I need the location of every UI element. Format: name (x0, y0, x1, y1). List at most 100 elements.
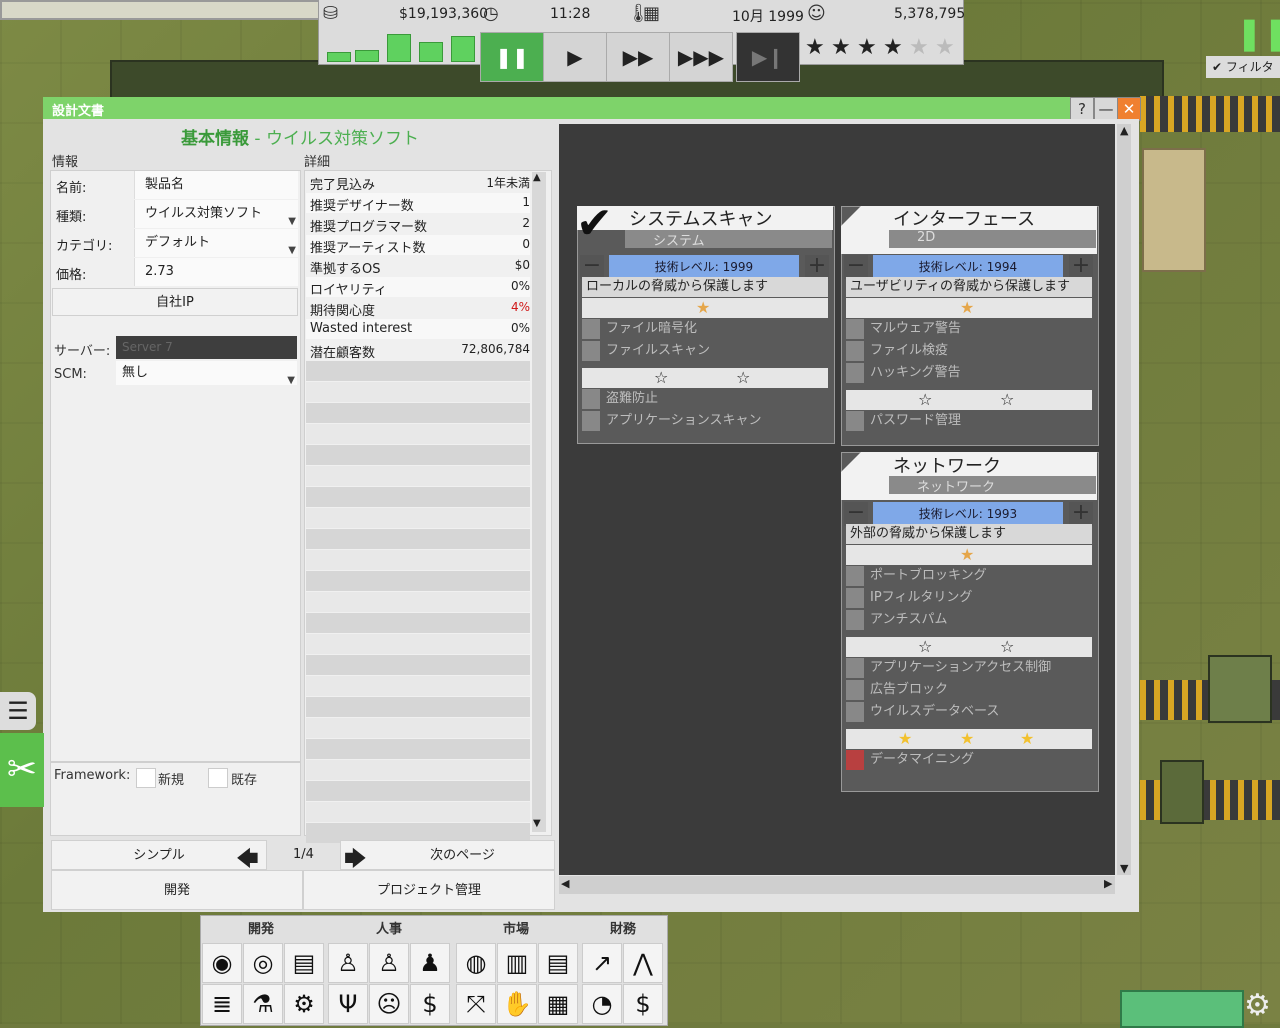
plus-button[interactable]: + (1069, 502, 1093, 526)
scm-select[interactable]: 無し ▼ (116, 361, 297, 386)
close-button[interactable]: ✕ (1117, 97, 1141, 121)
build-tools-icon[interactable]: ✂ (0, 733, 44, 807)
minus-button[interactable]: − (844, 502, 868, 526)
star-icon: ☆ (918, 637, 933, 656)
distribution-icon[interactable]: ⤧ (456, 984, 496, 1024)
tech-level: 技術レベル: 1994 (873, 255, 1063, 279)
option-checkbox[interactable] (582, 389, 600, 409)
pause-indicator-icon[interactable]: ❚❚ (1236, 14, 1280, 52)
option-checkbox[interactable] (846, 566, 864, 586)
news-icon[interactable]: ▤ (538, 943, 578, 983)
name-input[interactable]: 製品名 (134, 171, 298, 199)
feature-option[interactable]: 広告ブロック (846, 679, 1092, 701)
scroll-down-icon[interactable]: ▼ (1120, 862, 1128, 875)
skip-button[interactable]: ▶❙ (736, 32, 800, 82)
canvas-hscrollbar[interactable] (559, 876, 1115, 894)
company-icon[interactable]: ▥ (497, 943, 537, 983)
gear-icon[interactable]: ⚙ (1244, 988, 1271, 1023)
feature-option[interactable]: 盗難防止 (582, 388, 828, 410)
project-management-button[interactable]: プロジェクト管理 (303, 870, 555, 910)
chart-icon[interactable]: ⋀ (623, 943, 663, 983)
scroll-right-icon[interactable]: ▶ (1104, 877, 1112, 890)
calendar-icon[interactable]: ▦ (538, 984, 578, 1024)
pause-button[interactable]: ❚❚ (480, 32, 544, 82)
option-checkbox[interactable] (846, 702, 864, 722)
feature-option[interactable]: ファイル検疫 (846, 340, 1092, 362)
plus-button[interactable]: + (805, 255, 829, 279)
scroll-up-icon[interactable]: ▲ (533, 172, 541, 183)
framework-existing-checkbox[interactable] (208, 768, 228, 788)
feature-option[interactable]: ファイルスキャン (582, 340, 828, 362)
fast-forward-button[interactable]: ▶▶ (606, 32, 670, 82)
stocks-icon[interactable]: ↗ (582, 943, 622, 983)
contracts-icon[interactable]: ≣ (202, 984, 242, 1024)
deal-icon[interactable]: ✋ (497, 984, 537, 1024)
food-icon[interactable]: Ψ (328, 984, 368, 1024)
option-checkbox[interactable] (582, 319, 600, 339)
feature-option[interactable]: ファイル暗号化 (582, 318, 828, 340)
plus-button[interactable]: + (1069, 255, 1093, 279)
salary-icon[interactable]: $ (410, 984, 450, 1024)
pie-chart-icon[interactable]: ◔ (582, 984, 622, 1024)
price-input[interactable]: 2.73 (134, 258, 298, 286)
play-button[interactable]: ▶ (543, 32, 607, 82)
filter-button[interactable]: ✔ フィルタ (1206, 56, 1280, 78)
minus-button[interactable]: − (844, 255, 868, 279)
marketing-icon[interactable]: ◍ (456, 943, 496, 983)
framework-new-checkbox[interactable] (136, 768, 156, 788)
employee-icon[interactable]: ♙ (328, 943, 368, 983)
inhouse-ip-button[interactable]: 自社IP (52, 288, 298, 316)
feature-option[interactable]: アプリケーションアクセス制御 (846, 657, 1092, 679)
option-checkbox[interactable] (846, 680, 864, 700)
research-icon[interactable]: ⚗ (243, 984, 283, 1024)
feature-option[interactable]: IPフィルタリング (846, 587, 1092, 609)
option-checkbox[interactable] (846, 363, 864, 383)
detail-key: Wasted interest (310, 321, 413, 336)
minus-button[interactable]: − (580, 255, 604, 279)
option-checkbox[interactable] (846, 750, 864, 770)
new-product-icon[interactable]: ◉ (202, 943, 242, 983)
option-checkbox[interactable] (582, 341, 600, 361)
option-checkbox[interactable] (846, 319, 864, 339)
hire-icon[interactable]: ♙ (369, 943, 409, 983)
feature-option[interactable]: アプリケーションスキャン (582, 410, 828, 432)
faster-button[interactable]: ▶▶▶ (669, 32, 733, 82)
mood-icon[interactable]: ☹ (369, 984, 409, 1024)
option-checkbox[interactable] (846, 341, 864, 361)
checkmark-icon[interactable]: ✔ (576, 198, 613, 249)
feature-option[interactable]: パスワード管理 (846, 410, 1092, 432)
settings-icon[interactable]: ⚙ (284, 984, 324, 1024)
feature-option[interactable]: アンチスパム (846, 609, 1092, 631)
next-page-button[interactable]: 次のページ (340, 840, 555, 870)
team-icon[interactable]: ♟ (410, 943, 450, 983)
scroll-up-icon[interactable]: ▲ (1120, 124, 1128, 137)
server-field[interactable]: Server 7 (116, 336, 297, 359)
option-checkbox[interactable] (846, 411, 864, 431)
develop-button[interactable]: 開発 (51, 870, 303, 910)
window-titlebar[interactable]: 設計文書 (43, 97, 1139, 119)
category-select[interactable]: デフォルト ▼ (134, 229, 298, 257)
option-checkbox[interactable] (846, 610, 864, 630)
feature-option[interactable]: ポートブロッキング (846, 565, 1092, 587)
type-select[interactable]: ウイルス対策ソフト ▼ (134, 200, 298, 228)
option-checkbox[interactable] (582, 411, 600, 431)
simple-button[interactable]: シンプル (51, 840, 267, 870)
feature-option[interactable]: マルウェア警告 (846, 318, 1092, 340)
feature-option[interactable]: ウイルスデータベース (846, 701, 1092, 723)
feature-option[interactable]: ハッキング警告 (846, 362, 1092, 384)
star-icon: ★ (960, 298, 975, 317)
products-icon[interactable]: ◎ (243, 943, 283, 983)
scroll-left-icon[interactable]: ◀ (561, 877, 569, 890)
layers-icon[interactable]: ☰ (0, 692, 36, 730)
scroll-down-icon[interactable]: ▼ (533, 818, 541, 829)
detail-row: ロイヤリティ 0% (306, 277, 530, 298)
help-button[interactable]: ? (1070, 97, 1094, 121)
option-checkbox[interactable] (846, 658, 864, 678)
minimize-button[interactable]: — (1094, 97, 1118, 121)
finance-icon[interactable]: $ (623, 984, 663, 1024)
feature-option[interactable]: データマイニング (846, 749, 1092, 771)
option-checkbox[interactable] (846, 588, 864, 608)
canvas-vscrollbar[interactable] (1117, 124, 1131, 875)
details-scrollbar[interactable] (532, 172, 546, 832)
server-icon[interactable]: ▤ (284, 943, 324, 983)
